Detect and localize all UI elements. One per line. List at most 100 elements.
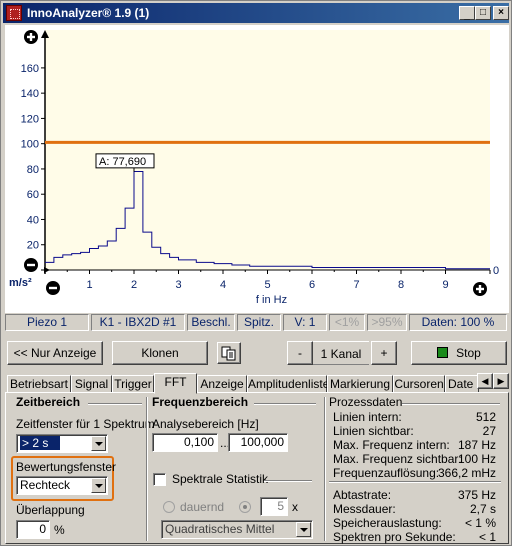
y-zoom-out-icon[interactable]: [24, 258, 38, 272]
app-window: InnoAnalyzer® 1.9 (1) _ □ × 20 40 60 80 100 1…: [0, 0, 512, 546]
status-high: >95%: [367, 314, 407, 331]
chevron-down-icon[interactable]: [91, 478, 106, 493]
minimize-button[interactable]: _: [459, 6, 475, 21]
bewertungsfenster-select[interactable]: Rechteck: [16, 476, 108, 495]
status-daten: Daten: 100 %: [409, 314, 507, 331]
channel-count-label: 1 Kanal: [313, 341, 369, 365]
bewertungsfenster-value: Rechteck: [20, 478, 71, 492]
count-unit: x: [292, 500, 298, 514]
tab-date[interactable]: Date: [445, 375, 479, 393]
ueberlappung-label: Überlappung: [16, 503, 85, 517]
y-tick-label: 160: [21, 63, 39, 75]
dauernd-radio[interactable]: [163, 501, 175, 513]
prozess-value: 366,2 mHz: [437, 466, 496, 480]
divider: [329, 481, 501, 483]
y-tick-label: 80: [27, 164, 39, 176]
close-icon: ×: [498, 7, 504, 18]
zeitfenster-value: > 2 s: [20, 436, 61, 450]
zeitfenster-select[interactable]: > 2 s: [16, 434, 108, 453]
analyse-to-input[interactable]: 100,000: [228, 433, 288, 452]
zeitbereich-title: Zeitbereich: [16, 395, 81, 409]
stop-button[interactable]: Stop: [411, 341, 507, 365]
mittel-select[interactable]: Quadratisches Mittel: [161, 520, 313, 539]
close-button[interactable]: ×: [493, 6, 509, 20]
bewertungsfenster-label: Bewertungsfenster: [16, 460, 117, 474]
prozess-label: Spektren pro Sekunde:: [333, 530, 456, 544]
prozess-value: < 1 %: [464, 516, 496, 530]
window-title: InnoAnalyzer® 1.9 (1): [27, 6, 150, 20]
y-zoom-in-icon[interactable]: [24, 30, 38, 44]
x-tick-label: 8: [398, 279, 404, 291]
chart-svg: 20 40 60 80 100 120 140 160 1 2 3 4 5 6 7 8 9 0 f in Hz m/s…: [9, 30, 499, 306]
divider: [146, 397, 148, 541]
title-bar[interactable]: InnoAnalyzer® 1.9 (1) _ □ ×: [3, 3, 509, 23]
spektrale-statistik-checkbox[interactable]: [153, 473, 166, 486]
klonen-button[interactable]: Klonen: [112, 341, 208, 365]
x-tick-label: 3: [175, 279, 181, 291]
prozess-label: Max. Frequenz intern:: [333, 438, 450, 452]
prozess-label: Max. Frequenz sichtbar:: [333, 452, 462, 466]
settings-tabs: Betriebsart Signal Trigger FFT Anzeige Amplit…: [7, 373, 507, 394]
chevron-down-icon[interactable]: [296, 522, 311, 537]
tab-signal[interactable]: Signal: [71, 375, 112, 393]
x-tick-label: 0: [493, 265, 499, 277]
chevron-down-icon[interactable]: [91, 436, 106, 451]
app-icon[interactable]: [6, 5, 22, 21]
channel-plus-button[interactable]: +: [371, 341, 397, 365]
nur-anzeige-button[interactable]: << Nur Anzeige: [7, 341, 103, 365]
x-tick-label: 7: [353, 279, 359, 291]
prozess-value: 187 Hz: [457, 438, 496, 452]
spectrum-chart[interactable]: 20 40 60 80 100 120 140 160 1 2 3 4 5 6 7 8 9 0 f in Hz m/s…: [5, 25, 509, 313]
x-tick-label: 4: [220, 279, 226, 291]
prozess-label: Frequenzauflösung:: [333, 466, 440, 480]
prozess-value: 27: [482, 424, 496, 438]
y-tick-label: 140: [21, 88, 39, 100]
tab-scroll-right-button[interactable]: ▶: [493, 373, 509, 389]
prozess-label: Abtastrate:: [333, 488, 392, 502]
tab-anzeige[interactable]: Anzeige: [197, 375, 247, 393]
x-tick-label: 9: [442, 279, 448, 291]
ueberlappung-unit: %: [54, 523, 65, 537]
y-tick-label: 120: [21, 113, 39, 125]
count-input[interactable]: 5: [260, 497, 288, 516]
prozess-value: 100 Hz: [457, 452, 496, 466]
y-tick-label: 40: [27, 214, 39, 226]
x-tick-label: 1: [86, 279, 92, 291]
divider: [254, 403, 316, 405]
minimize-icon: _: [464, 10, 470, 21]
prozess-label: Speicherauslastung:: [333, 516, 442, 530]
maximize-button[interactable]: □: [475, 6, 491, 20]
arrow-right-icon: ▶: [497, 376, 505, 386]
x-zoom-in-icon[interactable]: [473, 282, 487, 296]
tab-scroll-left-button[interactable]: ◀: [477, 373, 493, 389]
analysebereich-label: Analysebereich [Hz]: [152, 417, 259, 431]
tab-trigger[interactable]: Trigger: [112, 375, 154, 393]
tab-scroller: ◀ ▶: [477, 373, 509, 389]
status-channel: K1 - IBX2D #1: [91, 314, 185, 331]
prozess-value: 2,7 s: [469, 502, 496, 516]
status-low: <1%: [329, 314, 365, 331]
x-zoom-out-icon[interactable]: [46, 281, 60, 295]
tab-markierung[interactable]: Markierung: [327, 375, 393, 393]
dauernd-label: dauernd: [180, 500, 225, 514]
copy-button[interactable]: [217, 342, 241, 364]
y-axis-label: m/s²: [9, 277, 32, 289]
tab-amplitudenliste[interactable]: Amplitudenliste: [247, 375, 329, 393]
status-bar: Piezo 1 K1 - IBX2D #1 Beschl. Spitz. V: 1 <1%…: [5, 314, 509, 331]
prozess-value: 512: [475, 410, 496, 424]
analyse-from-input[interactable]: 0,100: [152, 433, 218, 452]
tab-cursoren[interactable]: Cursoren: [393, 375, 445, 393]
channel-minus-button[interactable]: -: [287, 341, 313, 365]
count-radio[interactable]: [239, 501, 251, 513]
copy-icon: [221, 346, 236, 361]
stop-icon: [437, 347, 449, 358]
tab-fft[interactable]: FFT: [154, 373, 197, 394]
zeitfenster-label: Zeitfenster für 1 Spektrum: [16, 417, 155, 431]
fft-panel: Zeitbereich Zeitfenster für 1 Spektrum >…: [5, 392, 509, 544]
frequenzbereich-title: Frequenzbereich: [152, 395, 249, 409]
maximize-icon: □: [479, 7, 487, 18]
tab-betriebsart[interactable]: Betriebsart: [7, 375, 71, 393]
divider: [402, 403, 500, 405]
ueberlappung-input[interactable]: 0: [16, 520, 50, 539]
x-tick-label: 5: [264, 279, 270, 291]
